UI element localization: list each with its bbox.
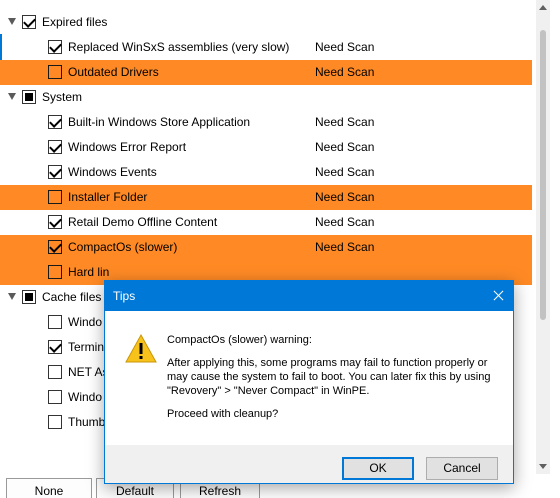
cancel-button[interactable]: Cancel bbox=[426, 457, 498, 480]
item-checkbox[interactable] bbox=[48, 190, 62, 204]
item-checkbox[interactable] bbox=[48, 390, 62, 404]
item-checkbox[interactable] bbox=[48, 215, 62, 229]
dialog-message: CompactOs (slower) warning: After applyi… bbox=[167, 333, 497, 430]
scroll-up-icon[interactable] bbox=[539, 5, 547, 10]
dialog-title: Tips bbox=[113, 289, 136, 303]
tree-item-row[interactable]: Outdated Drivers Need Scan bbox=[0, 60, 532, 85]
item-status: Need Scan bbox=[315, 165, 375, 179]
tree-item-row[interactable]: CompactOs (slower) Need Scan bbox=[0, 235, 532, 260]
item-label: Hard lin bbox=[68, 265, 110, 279]
item-label: Outdated Drivers bbox=[68, 65, 159, 79]
dialog-question: Proceed with cleanup? bbox=[167, 408, 279, 420]
item-checkbox[interactable] bbox=[48, 140, 62, 154]
item-label: CompactOs (slower) bbox=[68, 240, 178, 254]
item-label: Termin bbox=[68, 340, 105, 354]
item-label: Replaced WinSxS assemblies (very slow) bbox=[68, 40, 290, 54]
item-status: Need Scan bbox=[315, 140, 375, 154]
warning-icon bbox=[125, 333, 157, 363]
dialog-body: CompactOs (slower) warning: After applyi… bbox=[105, 311, 513, 445]
vertical-scrollbar[interactable] bbox=[536, 0, 550, 474]
item-status: Need Scan bbox=[315, 115, 375, 129]
tips-dialog: Tips CompactOs (slower) warning: After a… bbox=[104, 280, 514, 484]
item-label: Windo bbox=[68, 315, 103, 329]
item-label: Built-in Windows Store Application bbox=[68, 115, 251, 129]
item-checkbox[interactable] bbox=[48, 165, 62, 179]
scrollbar-thumb[interactable] bbox=[540, 30, 546, 320]
close-icon[interactable] bbox=[483, 281, 513, 311]
item-label: Installer Folder bbox=[68, 190, 148, 204]
item-checkbox[interactable] bbox=[48, 315, 62, 329]
ok-button[interactable]: OK bbox=[342, 457, 414, 480]
dialog-heading: CompactOs (slower) warning: bbox=[167, 334, 312, 346]
item-label: System bbox=[42, 90, 83, 104]
item-status: Need Scan bbox=[315, 240, 375, 254]
item-status: Need Scan bbox=[315, 40, 375, 54]
item-checkbox[interactable] bbox=[48, 265, 62, 279]
tree-item-row[interactable]: Windows Events Need Scan bbox=[0, 160, 532, 185]
item-label: Windows Events bbox=[68, 165, 157, 179]
item-checkbox[interactable] bbox=[22, 290, 36, 304]
expand-chevron-icon[interactable] bbox=[8, 18, 16, 25]
scroll-down-icon[interactable] bbox=[539, 464, 547, 469]
item-label: Windows Error Report bbox=[68, 140, 187, 154]
item-checkbox[interactable] bbox=[48, 415, 62, 429]
item-checkbox[interactable] bbox=[48, 365, 62, 379]
item-checkbox[interactable] bbox=[22, 90, 36, 104]
dialog-body-text: After applying this, some programs may f… bbox=[167, 357, 491, 397]
item-label: Expired files bbox=[42, 15, 108, 29]
dialog-titlebar[interactable]: Tips bbox=[105, 281, 513, 311]
item-status: Need Scan bbox=[315, 215, 375, 229]
expand-chevron-icon[interactable] bbox=[8, 293, 16, 300]
item-checkbox[interactable] bbox=[48, 340, 62, 354]
item-checkbox[interactable] bbox=[48, 115, 62, 129]
tree-item-row[interactable]: Replaced WinSxS assemblies (very slow) Ne… bbox=[0, 35, 532, 60]
tree-item-row[interactable]: Built-in Windows Store Application Need S… bbox=[0, 110, 532, 135]
item-checkbox[interactable] bbox=[48, 40, 62, 54]
item-checkbox[interactable] bbox=[22, 15, 36, 29]
item-label: Thumb bbox=[68, 415, 106, 429]
item-checkbox[interactable] bbox=[48, 65, 62, 79]
expand-chevron-icon[interactable] bbox=[8, 93, 16, 100]
tree-item-row[interactable]: Installer Folder Need Scan bbox=[0, 185, 532, 210]
tree-item-row[interactable]: Retail Demo Offline Content Need Scan bbox=[0, 210, 532, 235]
item-status: Need Scan bbox=[315, 65, 375, 79]
item-label: Windo bbox=[68, 390, 103, 404]
item-label: Retail Demo Offline Content bbox=[68, 215, 218, 229]
item-label: NET As bbox=[68, 365, 109, 379]
tree-group-row[interactable]: Expired files bbox=[0, 10, 532, 35]
none-button[interactable]: None bbox=[6, 478, 92, 498]
item-status: Need Scan bbox=[315, 190, 375, 204]
item-checkbox[interactable] bbox=[48, 240, 62, 254]
item-label: Cache files bbox=[42, 290, 102, 304]
tree-item-row[interactable]: Windows Error Report Need Scan bbox=[0, 135, 532, 160]
tree-group-row[interactable]: System bbox=[0, 85, 532, 110]
